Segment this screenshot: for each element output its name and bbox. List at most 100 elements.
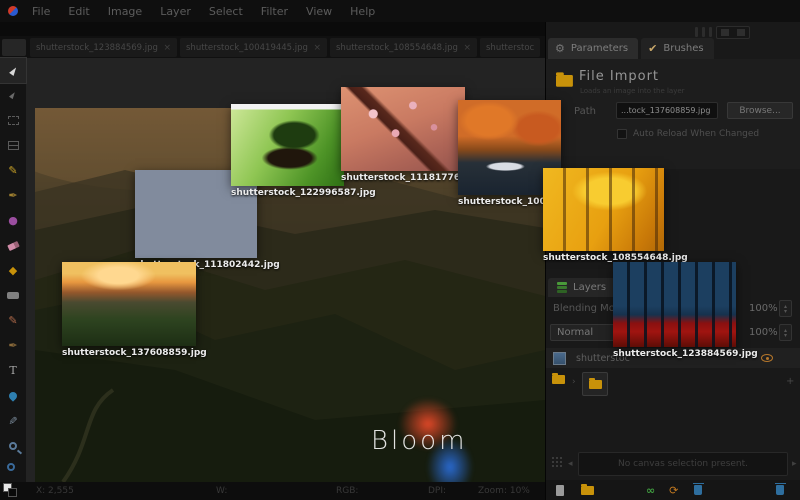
tab-label: shutterstock_100419445.jpg bbox=[186, 43, 309, 53]
fill-stepper[interactable]: ▴ ▾ bbox=[779, 324, 792, 341]
tab-label: shutterstock_108554648.jpg bbox=[336, 43, 459, 53]
stepper-down-icon[interactable]: ▾ bbox=[784, 309, 787, 314]
menu-filter[interactable]: Filter bbox=[261, 5, 288, 18]
path-input[interactable] bbox=[616, 102, 718, 119]
opacity-stepper[interactable]: ▴ ▾ bbox=[779, 300, 792, 317]
image-thumbnail[interactable] bbox=[341, 87, 465, 171]
delete-all-icon[interactable] bbox=[776, 485, 784, 495]
floating-image-sunset-mountains[interactable]: shutterstock_137608859.jpg bbox=[62, 262, 207, 358]
smudge-tool[interactable]: ● bbox=[0, 208, 26, 233]
folder-icon bbox=[589, 380, 602, 389]
eraser-icon bbox=[7, 240, 20, 250]
menu-select[interactable]: Select bbox=[209, 5, 243, 18]
add-layer-button[interactable]: + bbox=[786, 376, 794, 387]
fill-tool[interactable]: ◆ bbox=[0, 258, 26, 283]
image-caption: shutterstock_122996587.jpg bbox=[231, 188, 376, 198]
pencil-icon: ✎ bbox=[8, 165, 17, 176]
gear-icon: ⚙ bbox=[555, 42, 565, 55]
image-caption: shutterstock_123884569.jpg bbox=[613, 349, 758, 359]
text-tool-icon: T bbox=[9, 365, 16, 376]
tab-close-icon[interactable]: × bbox=[313, 43, 321, 53]
direct-select-tool[interactable]: ► bbox=[0, 83, 26, 108]
refresh-icon[interactable]: ⟳ bbox=[669, 484, 678, 497]
color-drop-tool[interactable] bbox=[0, 383, 26, 408]
menu-edit[interactable]: Edit bbox=[68, 5, 89, 18]
prev-selection-arrow[interactable]: ◂ bbox=[568, 459, 573, 469]
image-thumbnail[interactable] bbox=[231, 104, 344, 186]
menu-layer[interactable]: Layer bbox=[160, 5, 191, 18]
slider-icon[interactable] bbox=[709, 27, 712, 37]
background-color-swatch[interactable] bbox=[8, 488, 17, 497]
group-folder-icon[interactable] bbox=[552, 375, 565, 384]
status-dpi: DPI: bbox=[428, 486, 446, 496]
add-group-button[interactable] bbox=[582, 372, 608, 396]
tab-parameters[interactable]: ⚙ Parameters bbox=[548, 38, 638, 59]
section-subtitle: Loads an image into the layer bbox=[580, 87, 685, 95]
browse-button[interactable]: Browse... bbox=[727, 102, 793, 119]
menu-help[interactable]: Help bbox=[350, 5, 375, 18]
tab-label: shutterstock_123884569.jpg bbox=[36, 43, 159, 53]
layers-title: Layers bbox=[573, 282, 606, 293]
slider-icon[interactable] bbox=[695, 27, 698, 37]
move-tool[interactable]: ► bbox=[0, 58, 26, 83]
grid-view-icon[interactable] bbox=[721, 29, 729, 36]
eyedropper-icon: ✎ bbox=[8, 416, 19, 425]
tab-brushes[interactable]: ✔ Brushes bbox=[641, 38, 713, 59]
pen-tool[interactable]: ✒ bbox=[0, 183, 26, 208]
menu-file[interactable]: File bbox=[32, 5, 50, 18]
document-tab[interactable]: shutterstock_11180 bbox=[480, 38, 540, 57]
status-width: W: bbox=[216, 486, 227, 496]
menu-image[interactable]: Image bbox=[108, 5, 142, 18]
clone-tool[interactable]: ✎ bbox=[0, 308, 26, 333]
list-view-icon[interactable] bbox=[737, 29, 745, 36]
slider-icon[interactable] bbox=[702, 27, 705, 37]
text-tool[interactable]: T bbox=[0, 358, 26, 383]
stepper-down-icon[interactable]: ▾ bbox=[784, 333, 787, 338]
view-toggle-group[interactable] bbox=[716, 26, 750, 39]
bloom-watermark: Bloom bbox=[365, 390, 495, 482]
link-icon[interactable]: ∞ bbox=[646, 484, 655, 497]
brush-icon: ✒ bbox=[8, 340, 17, 351]
image-thumbnail[interactable] bbox=[543, 168, 664, 251]
status-x-coordinate: X: 2,555 bbox=[36, 486, 74, 496]
tab-close-icon[interactable]: × bbox=[163, 43, 171, 53]
tab-close-icon[interactable]: × bbox=[463, 43, 471, 53]
new-document-icon[interactable] bbox=[556, 485, 564, 496]
next-selection-arrow[interactable]: ▸ bbox=[792, 459, 797, 469]
header-toolbar bbox=[695, 25, 750, 39]
layer-thumbnail[interactable] bbox=[553, 352, 566, 365]
paint-bucket-icon: ◆ bbox=[9, 265, 17, 276]
document-tab[interactable]: shutterstock_123884569.jpg × bbox=[30, 38, 177, 57]
zoom-tool[interactable] bbox=[0, 433, 26, 458]
folder-icon bbox=[556, 75, 573, 87]
tab-bar-home-button[interactable] bbox=[2, 39, 26, 56]
grid-icon bbox=[552, 457, 554, 459]
menu-view[interactable]: View bbox=[306, 5, 332, 18]
document-tab[interactable]: shutterstock_100419445.jpg × bbox=[180, 38, 327, 57]
tab-layers[interactable]: Layers bbox=[548, 278, 615, 297]
floating-image-golden-forest[interactable]: shutterstock_108554648.jpg bbox=[543, 168, 688, 263]
visibility-eye-icon[interactable] bbox=[761, 354, 773, 362]
marquee-tool[interactable] bbox=[0, 108, 26, 133]
eyedropper-tool[interactable]: ✎ bbox=[0, 408, 26, 433]
cursor-icon: ► bbox=[7, 90, 18, 101]
transform-tool[interactable] bbox=[0, 133, 26, 158]
auto-reload-checkbox[interactable] bbox=[617, 129, 627, 139]
image-thumbnail[interactable] bbox=[613, 262, 736, 347]
eraser-tool[interactable] bbox=[0, 233, 26, 258]
delete-icon[interactable] bbox=[694, 485, 702, 495]
color-swatches[interactable] bbox=[3, 483, 19, 498]
blend-mode-value: Normal bbox=[557, 327, 593, 338]
open-folder-icon[interactable] bbox=[581, 486, 594, 495]
document-tab-bar: shutterstock_123884569.jpg × shutterstoc… bbox=[0, 36, 545, 58]
app-logo-icon bbox=[8, 6, 18, 16]
panel-bottom-toolbar: ∞ ⟳ bbox=[546, 480, 800, 500]
image-thumbnail[interactable] bbox=[62, 262, 196, 346]
brush-tool[interactable]: ✒ bbox=[0, 333, 26, 358]
floating-image-bluered-forest[interactable]: shutterstock_123884569.jpg bbox=[613, 262, 758, 359]
status-zoom-level: Zoom: 10% bbox=[478, 486, 530, 496]
document-tab[interactable]: shutterstock_108554648.jpg × bbox=[330, 38, 477, 57]
pencil-tool[interactable]: ✎ bbox=[0, 158, 26, 183]
pen-icon: ✒ bbox=[8, 190, 17, 201]
shape-tool[interactable] bbox=[0, 283, 26, 308]
